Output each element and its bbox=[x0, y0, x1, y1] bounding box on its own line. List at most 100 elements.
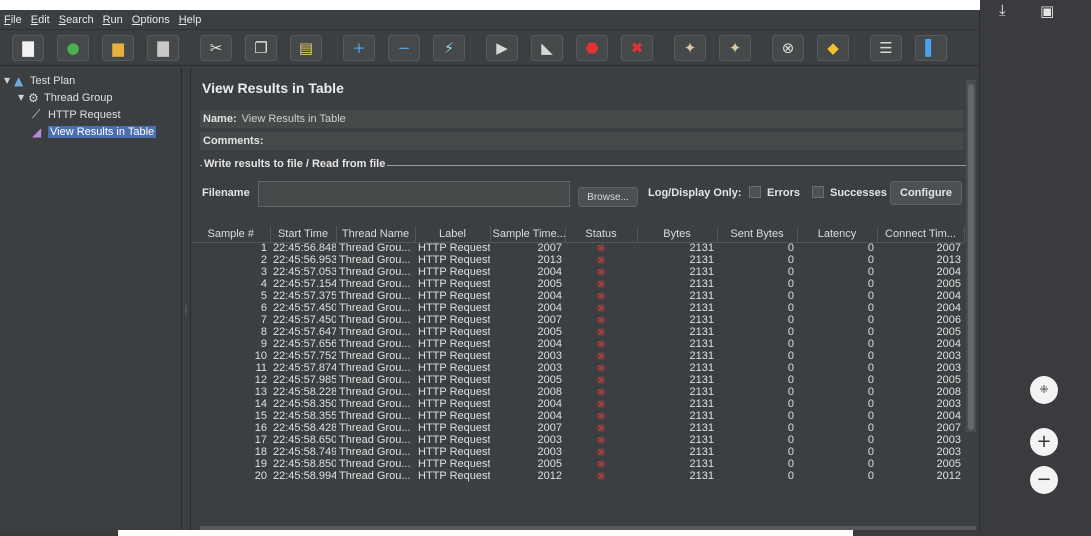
reset-search-icon: ◆ bbox=[827, 38, 839, 57]
table-row[interactable]: 14 22:45:58.350 Thread Grou... HTTP Request… bbox=[192, 398, 964, 410]
help-button[interactable]: ▌ bbox=[915, 34, 947, 61]
table-cell: 22:45:57.656 bbox=[273, 338, 336, 350]
filename-input[interactable] bbox=[258, 181, 570, 207]
column-header[interactable]: Connect Tim... bbox=[877, 226, 965, 243]
start-no-pauses-button[interactable]: ◣ bbox=[531, 34, 563, 61]
table-row[interactable]: 6 22:45:57.450 Thread Grou... HTTP Request 2… bbox=[192, 302, 964, 314]
tree-node-label: Test Plan bbox=[30, 74, 76, 87]
tree-node-http-request[interactable]: ⟋ HTTP Request bbox=[0, 106, 181, 123]
table-cell: 2131 bbox=[689, 422, 714, 434]
table-row[interactable]: 15 22:45:58.355 Thread Grou... HTTP Request… bbox=[192, 410, 964, 422]
tree-node-view-results[interactable]: ◢ View Results in Table bbox=[0, 123, 181, 140]
column-header[interactable]: Latency bbox=[797, 226, 878, 243]
function-helper-button[interactable]: ☰ bbox=[870, 34, 902, 61]
table-cell: 7 bbox=[260, 314, 267, 326]
table-cell: 0 bbox=[787, 278, 794, 290]
column-header[interactable]: Bytes bbox=[637, 226, 718, 243]
expand-button[interactable]: + bbox=[343, 34, 375, 61]
column-header[interactable]: Thread Name bbox=[336, 226, 416, 243]
table-cell: Thread Grou... bbox=[339, 386, 411, 398]
error-status-icon: ⊗ bbox=[596, 302, 606, 314]
expanded-arrow-icon[interactable]: ▼ bbox=[18, 93, 28, 102]
split-pane-divider[interactable]: ⁞ ⁞ ⁞ bbox=[183, 68, 191, 530]
templates-button[interactable]: ● bbox=[57, 34, 89, 61]
table-row[interactable]: 8 22:45:57.647 Thread Grou... HTTP Request 2… bbox=[192, 326, 964, 338]
table-row[interactable]: 16 22:45:58.428 Thread Grou... HTTP Request… bbox=[192, 422, 964, 434]
zoom-in-icon[interactable]: + bbox=[1030, 428, 1058, 456]
tree-node-test-plan[interactable]: ▼ ▲ Test Plan bbox=[0, 72, 181, 89]
table-cell: 22:45:56.848 bbox=[273, 242, 336, 254]
scrollbar-thumb[interactable] bbox=[968, 84, 974, 430]
menu-item[interactable]: File bbox=[4, 14, 22, 26]
table-row[interactable]: 10 22:45:57.752 Thread Grou... HTTP Request… bbox=[192, 350, 964, 362]
copy-button[interactable]: ❐ bbox=[245, 34, 277, 61]
tree-node-thread-group[interactable]: ▼ ⚙ Thread Group bbox=[0, 89, 181, 106]
new-button[interactable]: ▇ bbox=[12, 34, 44, 61]
column-header[interactable]: Sent Bytes bbox=[717, 226, 798, 243]
error-status-icon: ⊗ bbox=[596, 434, 606, 446]
column-header[interactable]: Status bbox=[565, 226, 638, 243]
table-row[interactable]: 20 22:45:58.994 Thread Grou... HTTP Request… bbox=[192, 470, 964, 482]
browse-button[interactable]: Browse... bbox=[578, 187, 638, 207]
table-row[interactable]: 13 22:45:58.228 Thread Grou... HTTP Request… bbox=[192, 386, 964, 398]
column-header[interactable]: Start Time bbox=[270, 226, 337, 243]
test-plan-tree: ▼ ▲ Test Plan ▼ ⚙ Thread Group ⟋ HTTP Re… bbox=[0, 68, 182, 530]
save-button[interactable]: ▇ bbox=[147, 34, 179, 61]
paste-button[interactable]: ▤ bbox=[290, 34, 322, 61]
collapse-button[interactable]: − bbox=[388, 34, 420, 61]
stop-button[interactable]: ⬣ bbox=[576, 34, 608, 61]
menu-item[interactable]: Help bbox=[179, 14, 202, 26]
fit-page-icon[interactable]: ⁜ bbox=[1030, 376, 1058, 404]
vertical-scrollbar[interactable] bbox=[966, 80, 976, 432]
table-row[interactable]: 7 22:45:57.450 Thread Grou... HTTP Request 2… bbox=[192, 314, 964, 326]
search-button[interactable]: ⊗ bbox=[772, 34, 804, 61]
table-row[interactable]: 5 22:45:57.375 Thread Grou... HTTP Request 2… bbox=[192, 290, 964, 302]
table-row[interactable]: 12 22:45:57.985 Thread Grou... HTTP Request… bbox=[192, 374, 964, 386]
name-field[interactable]: View Results in Table bbox=[242, 113, 346, 125]
successes-checkbox[interactable] bbox=[812, 186, 824, 198]
table-row[interactable]: 4 22:45:57.154 Thread Grou... HTTP Request 2… bbox=[192, 278, 964, 290]
templates-icon: ● bbox=[66, 38, 80, 57]
table-cell: 2007 bbox=[537, 242, 562, 254]
zoom-out-icon[interactable]: − bbox=[1030, 466, 1058, 494]
table-row[interactable]: 1 22:45:56.848 Thread Grou... HTTP Request 2… bbox=[192, 242, 964, 254]
status-cell: ⊗ bbox=[565, 326, 637, 338]
menu-item[interactable]: Run bbox=[103, 14, 123, 26]
download-icon[interactable]: ⤓ bbox=[999, 2, 1006, 19]
menu-item[interactable]: Options bbox=[132, 14, 170, 26]
table-row[interactable]: 2 22:45:56.953 Thread Grou... HTTP Request 2… bbox=[192, 254, 964, 266]
table-cell: 12 bbox=[254, 374, 267, 386]
menu-mnemonic: R bbox=[102, 13, 111, 26]
cut-button[interactable]: ✂ bbox=[200, 34, 232, 61]
table-cell: 9 bbox=[260, 338, 267, 350]
start-button[interactable]: ▶ bbox=[486, 34, 518, 61]
reset-search-button[interactable]: ◆ bbox=[817, 34, 849, 61]
errors-checkbox[interactable] bbox=[749, 186, 761, 198]
error-status-icon: ⊗ bbox=[596, 242, 606, 254]
table-row[interactable]: 17 22:45:58.650 Thread Grou... HTTP Request… bbox=[192, 434, 964, 446]
table-row[interactable]: 9 22:45:57.656 Thread Grou... HTTP Request 2… bbox=[192, 338, 964, 350]
expanded-arrow-icon[interactable]: ▼ bbox=[4, 76, 14, 85]
table-cell: 20 bbox=[254, 470, 267, 482]
menu-item[interactable]: Search bbox=[59, 14, 94, 26]
open-button[interactable]: ▆ bbox=[102, 34, 134, 61]
toggle-button[interactable]: ⚡ bbox=[433, 34, 465, 61]
column-header[interactable]: Sample Time... bbox=[490, 226, 566, 243]
error-status-icon: ⊗ bbox=[596, 410, 606, 422]
column-header[interactable]: Label bbox=[415, 226, 491, 243]
menu-item[interactable]: Edit bbox=[31, 14, 50, 26]
clear-button[interactable]: ✦ bbox=[674, 34, 706, 61]
gear-icon: ⚙ bbox=[28, 90, 39, 105]
table-row[interactable]: 11 22:45:57.874 Thread Grou... HTTP Request… bbox=[192, 362, 964, 374]
table-cell: Thread Grou... bbox=[339, 338, 411, 350]
status-cell: ⊗ bbox=[565, 458, 637, 470]
column-header[interactable]: Sample # bbox=[192, 226, 271, 243]
table-row[interactable]: 3 22:45:57.053 Thread Grou... HTTP Request 2… bbox=[192, 266, 964, 278]
table-row[interactable]: 18 22:45:58.749 Thread Grou... HTTP Request… bbox=[192, 446, 964, 458]
print-icon[interactable]: ▣ bbox=[1040, 2, 1054, 20]
table-cell: 1 bbox=[260, 242, 267, 254]
shutdown-button[interactable]: ✖ bbox=[621, 34, 653, 61]
configure-button[interactable]: Configure bbox=[890, 181, 962, 205]
table-row[interactable]: 19 22:45:58.850 Thread Grou... HTTP Request… bbox=[192, 458, 964, 470]
clear-all-button[interactable]: ✦ bbox=[719, 34, 751, 61]
